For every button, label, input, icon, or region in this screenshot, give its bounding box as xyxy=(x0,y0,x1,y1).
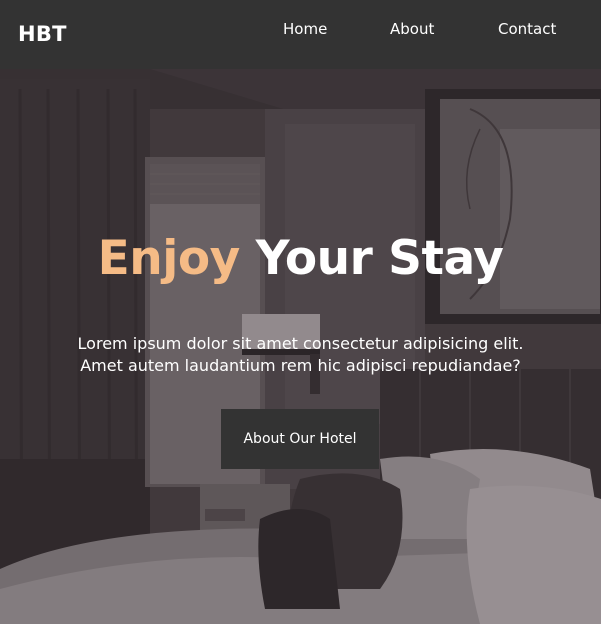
brand-logo[interactable]: HBT xyxy=(18,21,67,47)
hero-title-rest: Your Stay xyxy=(239,231,504,286)
nav-link-home[interactable]: Home xyxy=(283,19,327,39)
hero-title: Enjoy Your Stay xyxy=(0,229,601,289)
navbar: HBT Home About Contact xyxy=(0,0,601,69)
nav-link-about[interactable]: About xyxy=(390,19,434,39)
hero-description-line-1: Lorem ipsum dolor sit amet consectetur a… xyxy=(77,334,524,353)
hero-content: Enjoy Your Stay Lorem ipsum dolor sit am… xyxy=(0,69,601,624)
hero-title-accent: Enjoy xyxy=(97,231,241,286)
about-our-hotel-button[interactable]: About Our Hotel xyxy=(221,409,379,469)
nav-link-contact[interactable]: Contact xyxy=(498,19,556,39)
hero-section: Enjoy Your Stay Lorem ipsum dolor sit am… xyxy=(0,69,601,624)
page: HBT Home About Contact Enjoy Your Stay L… xyxy=(0,0,601,624)
hero-description: Lorem ipsum dolor sit amet consectetur a… xyxy=(40,333,561,377)
hero-description-line-2: Amet autem laudantium rem hic adipisci r… xyxy=(80,356,521,375)
